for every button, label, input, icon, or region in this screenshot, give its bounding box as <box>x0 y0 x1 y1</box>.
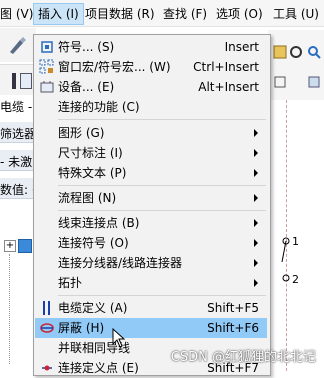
device-icon <box>40 81 54 93</box>
drawing-canvas[interactable]: 1 2 <box>268 100 324 371</box>
menu-item-cable-definition[interactable]: 电缆定义 (A) Shift+F5 <box>35 298 267 318</box>
tree-line <box>9 254 11 364</box>
menu-item-harness-connection-point[interactable]: 线束连接点 (B) <box>35 213 267 233</box>
cable-definition-icon <box>43 301 50 315</box>
menu-view[interactable]: 图 (V) <box>0 5 33 23</box>
tree-item[interactable] <box>18 239 32 253</box>
toolbar-icon[interactable] <box>12 73 16 89</box>
connection-definition-icon <box>42 365 52 371</box>
main-toolbar <box>0 28 36 62</box>
menu-item-label: 符号... (S) <box>58 40 115 54</box>
watermark: CSDN @红狐狸的北北记 <box>170 350 316 365</box>
menu-item-shortcut: Shift+F5 <box>207 301 259 315</box>
submenu-arrow-icon <box>254 149 258 157</box>
menu-item-graphics[interactable]: 图形 (G) <box>35 123 267 143</box>
menu-item-label: 窗口宏/符号宏... (W) <box>58 60 171 74</box>
submenu-arrow-icon <box>254 279 258 287</box>
menu-separator <box>58 185 266 186</box>
toolbar-icon[interactable] <box>272 74 288 90</box>
menu-item-shortcut: Insert <box>224 40 259 54</box>
menu-tools[interactable]: 工具 (U) <box>273 5 319 23</box>
menu-item-connected-function[interactable]: 连接的功能 (C) <box>35 97 267 117</box>
menu-item-device[interactable]: 设备... (E) Alt+Insert <box>35 77 267 97</box>
submenu-arrow-icon <box>254 219 258 227</box>
submenu-arrow-icon <box>254 169 258 177</box>
menu-item-symbol[interactable]: 符号... (S) Insert <box>35 37 267 57</box>
menu-separator <box>58 295 266 296</box>
shield-icon <box>40 323 54 333</box>
refresh-icon[interactable] <box>288 44 304 60</box>
secondary-toolbar <box>0 64 36 95</box>
toolbar-icon[interactable] <box>20 73 32 89</box>
submenu-arrow-icon <box>254 129 258 137</box>
menu-item-flowchart[interactable]: 流程图 (N) <box>35 188 267 208</box>
brush-icon[interactable] <box>6 34 28 56</box>
menu-options[interactable]: 选项 (O) <box>216 5 263 23</box>
menu-item-label: 电缆定义 (A) <box>58 301 128 315</box>
window-macro-icon <box>39 59 54 74</box>
zoom-icon[interactable] <box>306 44 322 60</box>
menu-project-data[interactable]: 项目数据 (R) <box>85 5 155 23</box>
layers-icon[interactable] <box>272 44 288 60</box>
submenu-arrow-icon <box>254 259 258 267</box>
toolbar-icon[interactable] <box>306 74 322 90</box>
menu-item-label: 连接分线器/线路连接器 <box>58 256 183 270</box>
menu-item-dimensioning[interactable]: 尺寸标注 (I) <box>35 143 267 163</box>
right-toolbar <box>268 30 324 100</box>
menu-item-window-macro[interactable]: 窗口宏/符号宏... (W) Ctrl+Insert <box>35 57 267 77</box>
filter-label: 筛选器 <box>0 127 37 141</box>
menu-item-shield[interactable]: 屏蔽 (H) Shift+F6 <box>35 318 267 338</box>
menu-item-label: 特殊文本 (P) <box>58 166 127 180</box>
menu-item-label: 屏蔽 (H) <box>58 321 105 335</box>
menu-item-label: 连接的功能 (C) <box>58 100 140 114</box>
submenu-arrow-icon <box>254 194 258 202</box>
menu-item-label: 连接定义点 (E) <box>58 361 139 375</box>
menu-item-shortcut: Shift+F6 <box>207 321 259 335</box>
menu-item-shortcut: Ctrl+Insert <box>193 60 259 74</box>
menu-item-label: 线束连接点 (B) <box>58 216 140 230</box>
filter-select[interactable]: - 未激 <box>0 150 34 171</box>
menu-item-splitter-line-connector[interactable]: 连接分线器/线路连接器 <box>35 253 267 273</box>
filter-value: - 未激 <box>0 155 33 169</box>
submenu-arrow-icon <box>254 239 258 247</box>
menu-item-label: 连接符号 (O) <box>58 236 129 250</box>
menu-insert[interactable]: 插入 (I) <box>33 3 84 25</box>
mouse-cursor-icon <box>112 328 126 348</box>
filter-row: 筛选器 <box>0 122 37 143</box>
menu-item-special-text[interactable]: 特殊文本 (P) <box>35 163 267 183</box>
menu-bar: 图 (V) 插入 (I) 项目数据 (R) 查找 (F) 选项 (O) 工具 (… <box>0 0 324 27</box>
navigator-tree: + <box>0 236 34 371</box>
value-field[interactable]: 数值: (V <box>0 178 45 199</box>
menu-separator <box>58 210 266 211</box>
menu-item-label: 尺寸标注 (I) <box>58 146 123 160</box>
menu-item-label: 流程图 (N) <box>58 191 117 205</box>
menu-separator <box>58 119 266 120</box>
menu-item-label: 图形 (G) <box>58 126 105 140</box>
menu-item-label: 拓扑 <box>58 276 83 290</box>
menu-item-connection-symbol[interactable]: 连接符号 (O) <box>35 233 267 253</box>
menu-find[interactable]: 查找 (F) <box>163 5 207 23</box>
pin-label: 2 <box>292 273 299 286</box>
insert-menu-dropdown: 符号... (S) Insert 窗口宏/符号宏... (W) Ctrl+Ins… <box>33 34 271 376</box>
symbol-icon <box>41 41 53 53</box>
pin-label: 1 <box>292 235 299 248</box>
menu-item-label: 设备... (E) <box>58 80 115 94</box>
menu-item-shortcut: Alt+Insert <box>198 80 259 94</box>
menu-item-topology[interactable]: 拓扑 <box>35 273 267 293</box>
tree-expand-icon[interactable]: + <box>4 240 16 252</box>
